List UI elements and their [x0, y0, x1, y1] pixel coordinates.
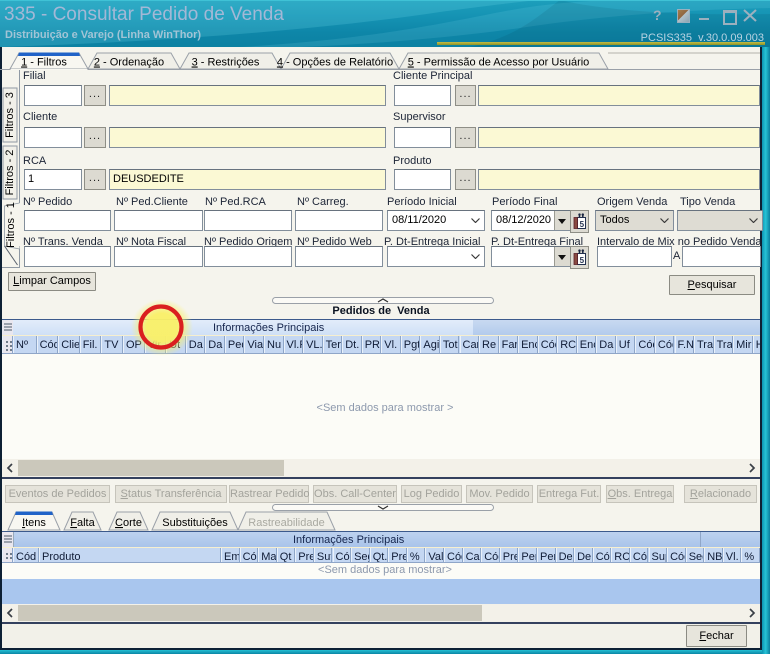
svg-text:3 - Restrições: 3 - Restrições [192, 57, 260, 69]
svg-text:Filtros - 1: Filtros - 1 [5, 202, 17, 248]
svg-text:Corte: Corte [115, 517, 142, 529]
svg-text:Itens: Itens [22, 517, 46, 529]
svg-text:1 - Filtros: 1 - Filtros [21, 57, 67, 69]
svg-text:2 - Ordenação: 2 - Ordenação [94, 57, 164, 69]
svg-text:Filtros - 2: Filtros - 2 [4, 150, 16, 196]
svg-text:4 - Opções de Relatório: 4 - Opções de Relatório [277, 57, 393, 69]
svg-text:5: 5 [580, 256, 585, 265]
svg-text:Substituições: Substituições [162, 517, 228, 529]
svg-text:Rastreabilidade: Rastreabilidade [248, 517, 324, 529]
svg-text:5 - Permissão de Acesso por Us: 5 - Permissão de Acesso por Usuário [408, 57, 590, 69]
svg-text:Falta: Falta [70, 517, 95, 529]
svg-text:Filtros - 3: Filtros - 3 [4, 92, 16, 138]
svg-text:5: 5 [580, 220, 585, 229]
